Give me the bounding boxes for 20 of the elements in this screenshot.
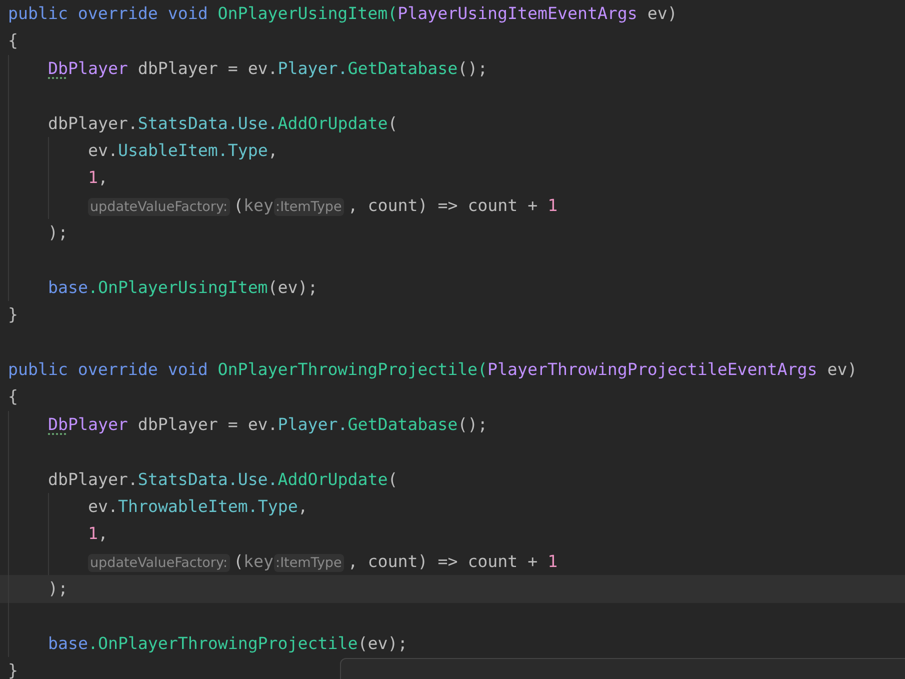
code-line: DbPlayer dbPlayer = ev.Player.GetDatabase(); [48,58,488,80]
code-line: ); [48,578,68,600]
code-line: public override void OnPlayerThrowingProjectile(PlayerThrowingProjectileEventArgs ev) [8,359,858,382]
code-line: ev.UsableItem.Type, [88,140,278,162]
code-line: base.OnPlayerUsingItem(ev); [48,276,318,299]
code-line: updateValueFactory: (key:ItemType , count) => count + 1 [88,550,558,574]
code-line: DbPlayer dbPlayer = ev.Player.GetDatabase(); [48,414,488,436]
code-line: dbPlayer.StatsData.Use.AddOrUpdate( [48,468,398,491]
code-line: 1, [88,167,108,190]
code-line: ev.ThrowableItem.Type, [88,496,308,518]
code-line: } [8,304,18,326]
code-line: dbPlayer.StatsData.Use.AddOrUpdate( [48,112,398,135]
code-line: ); [48,222,68,244]
code-line: { [8,386,18,408]
code-line: { [8,30,18,52]
code-line: } [8,660,18,679]
code-line: updateValueFactory: (key:ItemType , count) => count + 1 [88,194,558,218]
code-line: public override void OnPlayerUsingItem(PlayerUsingItemEventArgs ev) [8,3,678,25]
code-line: 1, [88,523,108,546]
code-line: base.OnPlayerThrowingProjectile(ev); [48,632,408,655]
